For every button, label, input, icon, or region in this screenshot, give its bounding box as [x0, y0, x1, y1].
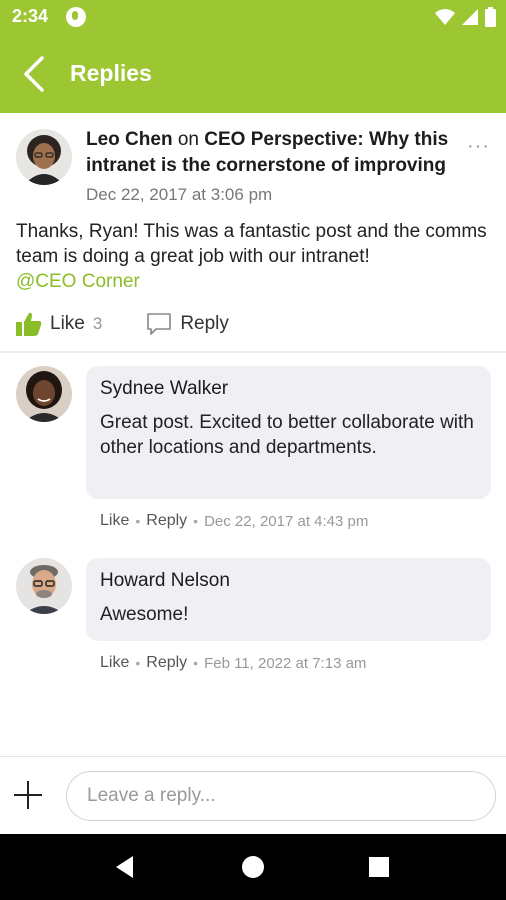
reply-reply-button[interactable]: Reply: [146, 654, 187, 672]
reply-text: Awesome!: [100, 604, 189, 625]
wifi-icon: [435, 9, 455, 25]
post-date: Dec 22, 2017 at 3:06 pm: [86, 185, 273, 204]
more-options-icon[interactable]: ···: [467, 135, 490, 158]
app-notification-icon: [66, 7, 86, 27]
app-bar: Replies: [0, 36, 506, 113]
meta-separator: •: [193, 513, 199, 529]
nav-recents-button[interactable]: [364, 852, 394, 882]
reply-author[interactable]: Howard Nelson: [100, 568, 477, 594]
post-header: Leo Chen on CEO Perspective: Why this in…: [86, 127, 466, 179]
reply-item: Howard Nelson Awesome! Like • Reply • Fe…: [0, 558, 506, 678]
add-attachment-button[interactable]: [10, 777, 46, 813]
avatar[interactable]: [16, 129, 72, 185]
cell-signal-icon: [462, 9, 478, 25]
avatar[interactable]: [16, 558, 72, 614]
status-bar: 2:34: [0, 0, 506, 36]
post-body: Thanks, Ryan! This was a fantastic post …: [16, 219, 496, 294]
reply-like-button[interactable]: Like: [100, 654, 129, 672]
person-avatar-icon: [16, 558, 72, 614]
reply-meta: Like • Reply • Dec 22, 2017 at 4:43 pm: [100, 512, 368, 530]
mention-link[interactable]: @CEO Corner: [16, 271, 140, 292]
nav-home-button[interactable]: [238, 852, 268, 882]
reply-date: Dec 22, 2017 at 4:43 pm: [204, 512, 369, 530]
like-button[interactable]: Like 3: [16, 312, 102, 336]
reply-reply-button[interactable]: Reply: [146, 512, 187, 530]
meta-separator: •: [135, 513, 141, 529]
page-title: Replies: [70, 60, 152, 86]
reply-meta: Like • Reply • Feb 11, 2022 at 7:13 am: [100, 654, 366, 672]
status-time: 2:34: [12, 6, 49, 26]
reply-bubble: Sydnee Walker Great post. Excited to bet…: [86, 366, 491, 499]
status-icons: [435, 7, 496, 27]
chevron-left-icon: [24, 56, 44, 92]
original-post: Leo Chen on CEO Perspective: Why this in…: [0, 113, 506, 353]
person-avatar-icon: [16, 129, 72, 185]
divider: [0, 351, 506, 353]
reply-date: Feb 11, 2022 at 7:13 am: [204, 654, 367, 672]
meta-separator: •: [135, 655, 141, 671]
reply-label: Reply: [180, 313, 229, 334]
square-recents-icon: [369, 857, 389, 877]
avatar[interactable]: [16, 366, 72, 422]
triangle-back-icon: [116, 856, 133, 878]
post-on-word: on: [177, 129, 199, 150]
circle-home-icon: [242, 856, 264, 878]
reply-bubble: Howard Nelson Awesome!: [86, 558, 491, 641]
reply-author[interactable]: Sydnee Walker: [100, 376, 477, 402]
reply-input[interactable]: [66, 771, 496, 821]
like-label: Like: [50, 313, 85, 334]
reply-button[interactable]: Reply: [146, 312, 229, 336]
post-body-text: Thanks, Ryan! This was a fantastic post …: [16, 221, 487, 267]
post-author[interactable]: Leo Chen: [86, 129, 173, 150]
reply-composer: [0, 756, 506, 834]
like-count: 3: [92, 314, 103, 333]
reply-item: Sydnee Walker Great post. Excited to bet…: [0, 366, 506, 536]
plus-icon: [14, 781, 42, 809]
post-actions: Like 3 Reply: [16, 309, 229, 339]
reply-like-button[interactable]: Like: [100, 512, 129, 530]
battery-icon: [485, 7, 496, 27]
person-avatar-icon: [16, 366, 72, 422]
system-nav-bar: [0, 834, 506, 900]
meta-separator: •: [193, 655, 199, 671]
thumbs-up-icon: [16, 312, 42, 336]
comment-icon: [147, 313, 172, 335]
back-button[interactable]: [14, 54, 54, 94]
nav-back-button[interactable]: [111, 852, 141, 882]
reply-text: Great post. Excited to better collaborat…: [100, 412, 474, 458]
